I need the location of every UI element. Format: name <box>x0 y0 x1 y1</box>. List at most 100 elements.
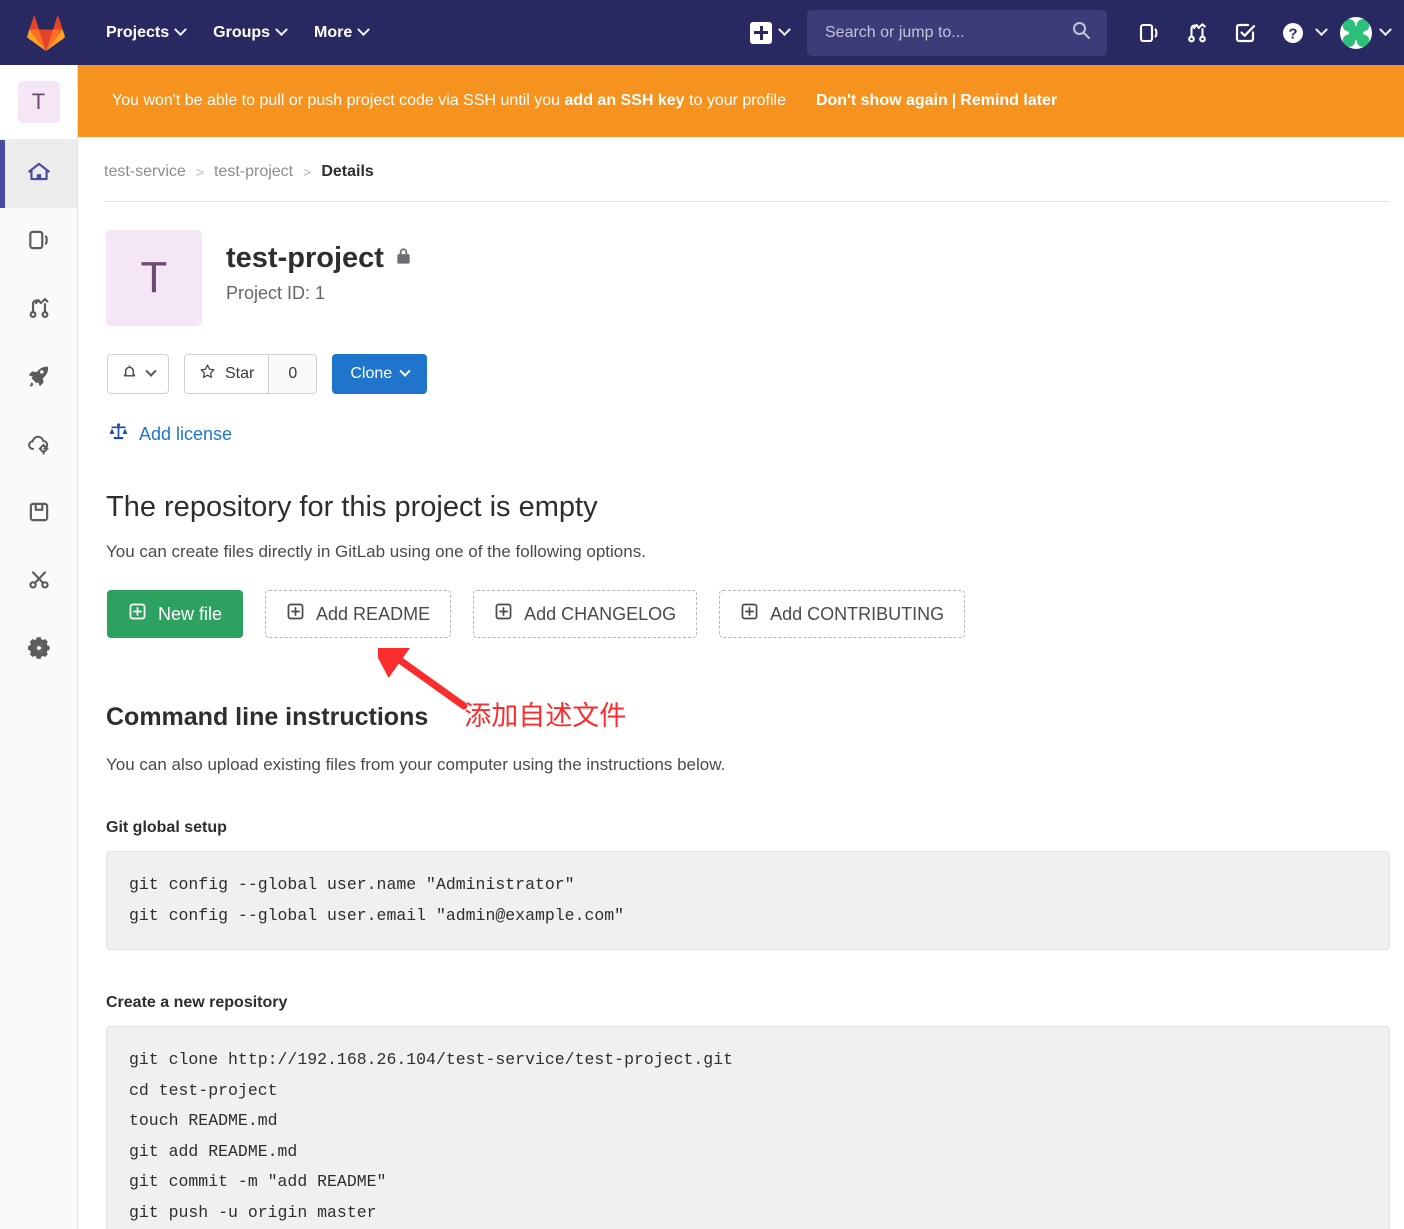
command-line-header: Command line instructions 添加自述文件 <box>104 638 1404 733</box>
breadcrumb-item-project[interactable]: test-project <box>214 163 293 181</box>
package-icon <box>26 499 52 530</box>
merge-requests-icon <box>26 295 52 326</box>
chevron-down-icon <box>1379 23 1392 37</box>
breadcrumb-current: Details <box>321 163 374 180</box>
git-global-setup-code[interactable]: git config --global user.name "Administr… <box>106 851 1390 951</box>
add-license-link[interactable]: Add license <box>139 424 232 445</box>
create-file-buttons: New file Add README Add CHANGELOG Add CO… <box>104 562 1404 638</box>
search-input[interactable] <box>823 22 1071 43</box>
issues-icon[interactable] <box>1125 0 1173 65</box>
sidebar-item-project-overview[interactable] <box>0 140 77 208</box>
ssh-alert-prefix: You won't be able to pull or push projec… <box>112 92 565 109</box>
clone-button[interactable]: Clone <box>332 354 428 394</box>
plus-square-icon <box>740 602 759 626</box>
user-menu[interactable] <box>1332 16 1404 49</box>
add-changelog-button[interactable]: Add CHANGELOG <box>473 590 698 638</box>
project-avatar: T <box>106 230 202 326</box>
notifications-dropdown[interactable] <box>107 354 169 394</box>
scales-icon <box>108 422 129 447</box>
page-title: test-project <box>226 242 413 275</box>
todos-icon[interactable] <box>1221 0 1269 65</box>
svg-text:?: ? <box>1288 25 1297 42</box>
new-file-button[interactable]: New file <box>107 590 244 638</box>
merge-requests-icon[interactable] <box>1173 0 1221 65</box>
remind-later-link[interactable]: Remind later <box>960 92 1057 109</box>
cloud-gear-icon <box>26 431 52 462</box>
search-box[interactable] <box>807 9 1107 56</box>
nav-projects[interactable]: Projects <box>92 16 199 50</box>
breadcrumb-item-group[interactable]: test-service <box>104 163 186 181</box>
lock-icon <box>394 242 413 275</box>
chevron-down-icon <box>357 23 371 37</box>
dont-show-again-link[interactable]: Don't show again <box>816 92 948 109</box>
add-license-row: Add license <box>104 394 1404 447</box>
chevron-down-icon <box>399 365 411 377</box>
gitlab-page: Projects Groups More Search or jump to..… <box>0 0 1404 1229</box>
clone-label: Clone <box>350 365 393 382</box>
command-line-title: Command line instructions <box>106 703 429 731</box>
chevron-down-icon <box>174 23 188 37</box>
project-action-row: Star 0 Clone <box>104 326 1404 394</box>
sidebar-item-snippets[interactable] <box>0 548 77 616</box>
search-icon <box>1071 20 1091 45</box>
sidebar-item-merge-requests[interactable] <box>0 276 77 344</box>
create-new-repository-code[interactable]: git clone http://192.168.26.104/test-ser… <box>106 1026 1390 1229</box>
nav-more[interactable]: More <box>300 16 382 50</box>
project-meta: test-project Project ID: 1 <box>202 230 413 304</box>
project-header: T test-project Project ID: 1 <box>104 202 1404 326</box>
project-name: test-project <box>226 242 384 274</box>
plus-square-icon <box>128 602 147 626</box>
breadcrumb-separator: > <box>195 164 204 180</box>
gitlab-logo-icon[interactable] <box>0 0 92 65</box>
gear-icon <box>26 635 52 666</box>
main-content: test-service > test-project > Details T … <box>78 137 1404 1229</box>
chevron-down-icon <box>1315 23 1328 37</box>
star-count[interactable]: 0 <box>268 355 317 393</box>
add-ssh-key-link[interactable]: add an SSH key <box>565 92 685 109</box>
home-icon <box>26 159 52 190</box>
star-label: Star <box>225 365 255 382</box>
navbar-right: ? <box>742 0 1404 65</box>
breadcrumb-separator: > <box>303 164 312 180</box>
sidebar-item-packages[interactable] <box>0 480 77 548</box>
add-readme-label: Add README <box>316 603 431 624</box>
add-contributing-label: Add CONTRIBUTING <box>770 603 945 624</box>
navbar-menu: Projects Groups More <box>92 16 382 50</box>
sidebar-item-operations[interactable] <box>0 412 77 480</box>
help-menu[interactable]: ? <box>1269 0 1332 65</box>
add-readme-button[interactable]: Add README <box>265 590 452 638</box>
sidebar-project-avatar: T <box>17 81 60 123</box>
help-icon: ? <box>1269 0 1317 65</box>
chevron-down-icon <box>778 23 791 37</box>
empty-repo-subtext: You can create files directly in GitLab … <box>106 542 646 561</box>
add-contributing-button[interactable]: Add CONTRIBUTING <box>719 590 966 638</box>
plus-square-icon <box>286 602 305 626</box>
breadcrumb: test-service > test-project > Details <box>104 137 1390 202</box>
scissors-icon <box>26 567 52 598</box>
sidebar-item-issues[interactable] <box>0 208 77 276</box>
user-avatar <box>1340 16 1372 49</box>
nav-more-label: More <box>314 23 353 41</box>
ssh-alert-actions: Don't show again | Remind later <box>816 92 1057 110</box>
project-id-label: Project ID: 1 <box>226 283 326 303</box>
ssh-key-alert: You won't be able to pull or push projec… <box>78 65 1404 137</box>
chevron-down-icon <box>275 23 288 37</box>
new-item-button[interactable] <box>742 16 797 50</box>
annotation-text: 添加自述文件 <box>464 701 627 732</box>
sidebar-item-cicd[interactable] <box>0 344 77 412</box>
nav-groups[interactable]: Groups <box>199 16 300 50</box>
nav-projects-label: Projects <box>106 23 170 41</box>
star-button[interactable]: Star <box>185 355 269 393</box>
bell-icon <box>121 363 138 386</box>
rocket-icon <box>26 363 52 394</box>
plus-square-icon <box>750 21 772 44</box>
sidebar-item-settings[interactable] <box>0 616 77 684</box>
chevron-down-icon <box>145 365 157 377</box>
sidebar-project-avatar-row[interactable]: T <box>0 65 77 140</box>
issues-icon <box>26 227 52 258</box>
ssh-alert-message: You won't be able to pull or push projec… <box>112 92 786 110</box>
create-new-repository-title: Create a new repository <box>106 994 288 1012</box>
plus-square-icon <box>494 602 513 626</box>
add-changelog-label: Add CHANGELOG <box>524 603 677 624</box>
alert-action-separator: | <box>951 92 957 109</box>
